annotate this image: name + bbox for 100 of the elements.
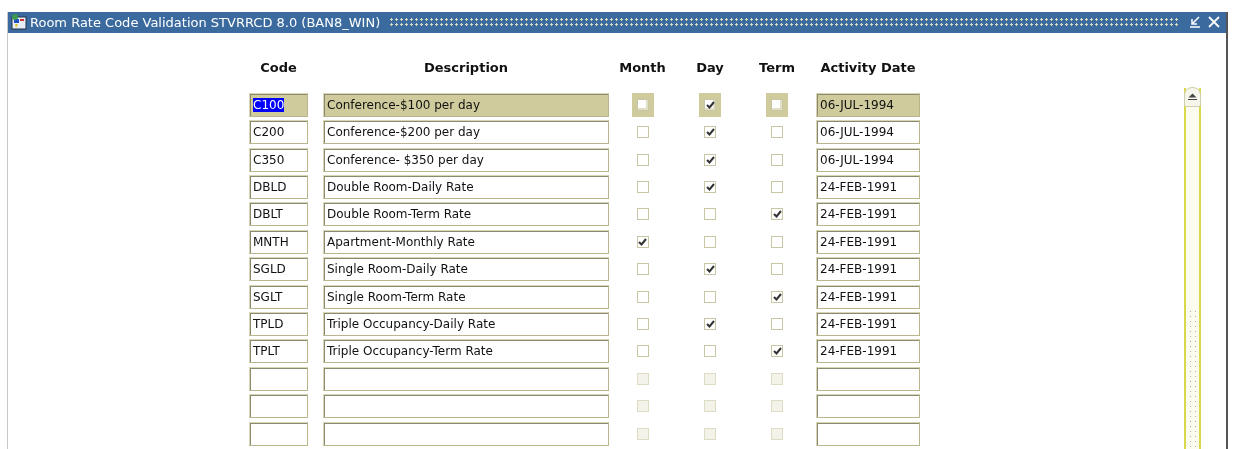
description-field[interactable]: Conference- $350 per day bbox=[323, 147, 609, 172]
code-field[interactable]: DBLD bbox=[249, 175, 308, 200]
scroll-up-button[interactable] bbox=[1184, 86, 1201, 107]
checkmark-icon bbox=[705, 100, 715, 109]
window-title: Room Rate Code Validation STVRRCD 8.0 (BAN8_WIN) bbox=[30, 14, 381, 30]
checkbox[interactable] bbox=[771, 318, 783, 331]
checkbox[interactable] bbox=[636, 400, 649, 413]
checkbox[interactable] bbox=[636, 98, 649, 111]
checkbox[interactable] bbox=[636, 290, 649, 303]
checkbox[interactable] bbox=[771, 345, 783, 358]
checkmark-icon bbox=[705, 183, 715, 192]
description-field[interactable]: Apartment-Monthly Rate bbox=[323, 229, 609, 254]
activity-date-field[interactable]: 24-FEB-1991 bbox=[816, 339, 920, 364]
checkbox[interactable] bbox=[636, 372, 649, 385]
code-field[interactable]: C350 bbox=[249, 147, 308, 172]
description-field[interactable]: Double Room-Term Rate bbox=[323, 202, 609, 227]
activity-date-field[interactable]: 06-JUL-1994 bbox=[816, 92, 920, 117]
column-header: Activity Date bbox=[819, 59, 917, 77]
description-field[interactable] bbox=[323, 366, 609, 391]
checkbox[interactable] bbox=[636, 181, 649, 194]
checkbox[interactable] bbox=[771, 126, 783, 139]
checkbox[interactable] bbox=[704, 290, 716, 303]
description-field[interactable]: Conference-$100 per day bbox=[323, 92, 609, 117]
description-field[interactable]: Triple Occupancy-Term Rate bbox=[323, 339, 609, 364]
checkbox[interactable] bbox=[771, 263, 783, 276]
description-field[interactable]: Single Room-Daily Rate bbox=[323, 257, 609, 282]
description-field[interactable] bbox=[323, 394, 609, 419]
activity-date-field[interactable] bbox=[816, 421, 920, 446]
checkbox[interactable] bbox=[636, 318, 649, 331]
checkbox[interactable] bbox=[771, 290, 783, 303]
checkbox[interactable] bbox=[636, 345, 649, 358]
activity-date-field[interactable]: 06-JUL-1994 bbox=[816, 147, 920, 172]
checkbox[interactable] bbox=[636, 208, 649, 221]
activity-date-field[interactable]: 24-FEB-1991 bbox=[816, 229, 920, 254]
checkmark-icon bbox=[772, 210, 782, 219]
app-icon bbox=[11, 14, 27, 31]
column-header: Term bbox=[759, 59, 795, 77]
description-field[interactable] bbox=[323, 421, 609, 446]
checkbox[interactable] bbox=[771, 235, 783, 248]
checkbox[interactable] bbox=[636, 153, 649, 166]
checkbox[interactable] bbox=[771, 181, 783, 194]
column-header: Code bbox=[259, 59, 298, 77]
activity-date-field[interactable]: 24-FEB-1991 bbox=[816, 257, 920, 282]
checkbox[interactable] bbox=[771, 153, 783, 166]
code-field[interactable]: SGLD bbox=[249, 257, 308, 282]
minimize-icon[interactable] bbox=[1189, 16, 1201, 29]
description-field[interactable]: Double Room-Daily Rate bbox=[323, 175, 609, 200]
description-field[interactable]: Single Room-Term Rate bbox=[323, 284, 609, 309]
description-field[interactable]: Triple Occupancy-Daily Rate bbox=[323, 312, 609, 337]
code-field[interactable]: C200 bbox=[249, 120, 308, 145]
activity-date-field[interactable] bbox=[816, 394, 920, 419]
code-field[interactable] bbox=[249, 394, 308, 419]
code-field[interactable]: DBLT bbox=[249, 202, 308, 227]
checkmark-icon bbox=[638, 237, 647, 246]
checkbox[interactable] bbox=[704, 126, 716, 139]
column-header: Description bbox=[422, 59, 510, 77]
checkbox[interactable] bbox=[704, 427, 716, 440]
checkbox[interactable] bbox=[771, 372, 783, 385]
checkbox[interactable] bbox=[771, 98, 783, 111]
checkbox[interactable] bbox=[771, 400, 783, 413]
code-field[interactable]: C100 bbox=[249, 92, 308, 117]
activity-date-field[interactable] bbox=[816, 366, 920, 391]
checkbox[interactable] bbox=[636, 427, 649, 440]
activity-date-field[interactable]: 24-FEB-1991 bbox=[816, 312, 920, 337]
checkmark-icon bbox=[772, 292, 782, 301]
close-icon[interactable] bbox=[1208, 16, 1220, 29]
checkbox[interactable] bbox=[704, 153, 716, 166]
checkbox[interactable] bbox=[636, 263, 649, 276]
checkbox[interactable] bbox=[771, 208, 783, 221]
checkmark-icon bbox=[772, 347, 782, 356]
checkbox[interactable] bbox=[771, 427, 783, 440]
up-arrow-icon bbox=[1188, 93, 1197, 101]
activity-date-field[interactable]: 24-FEB-1991 bbox=[816, 175, 920, 200]
checkbox[interactable] bbox=[704, 400, 716, 413]
column-header: Month bbox=[619, 59, 666, 77]
checkbox[interactable] bbox=[704, 318, 716, 331]
code-field[interactable]: MNTH bbox=[249, 229, 308, 254]
checkmark-icon bbox=[705, 320, 715, 329]
checkbox[interactable] bbox=[704, 181, 716, 194]
code-field[interactable]: SGLT bbox=[249, 284, 308, 309]
column-header: Day bbox=[696, 59, 724, 77]
activity-date-field[interactable]: 06-JUL-1994 bbox=[816, 120, 920, 145]
activity-date-field[interactable]: 24-FEB-1991 bbox=[816, 202, 920, 227]
checkbox[interactable] bbox=[704, 98, 716, 111]
code-field[interactable] bbox=[249, 421, 308, 446]
description-field[interactable]: Conference-$200 per day bbox=[323, 120, 609, 145]
code-field[interactable]: TPLD bbox=[249, 312, 308, 337]
checkbox[interactable] bbox=[704, 372, 716, 385]
checkmark-icon bbox=[705, 155, 715, 164]
checkmark-icon bbox=[705, 128, 715, 137]
checkbox[interactable] bbox=[636, 235, 649, 248]
code-field[interactable] bbox=[249, 366, 308, 391]
checkbox[interactable] bbox=[704, 345, 716, 358]
code-field[interactable]: TPLT bbox=[249, 339, 308, 364]
checkbox[interactable] bbox=[636, 126, 649, 139]
scrollbar[interactable] bbox=[1184, 87, 1201, 449]
checkbox[interactable] bbox=[704, 208, 716, 221]
activity-date-field[interactable]: 24-FEB-1991 bbox=[816, 284, 920, 309]
checkbox[interactable] bbox=[704, 235, 716, 248]
checkbox[interactable] bbox=[704, 263, 716, 276]
